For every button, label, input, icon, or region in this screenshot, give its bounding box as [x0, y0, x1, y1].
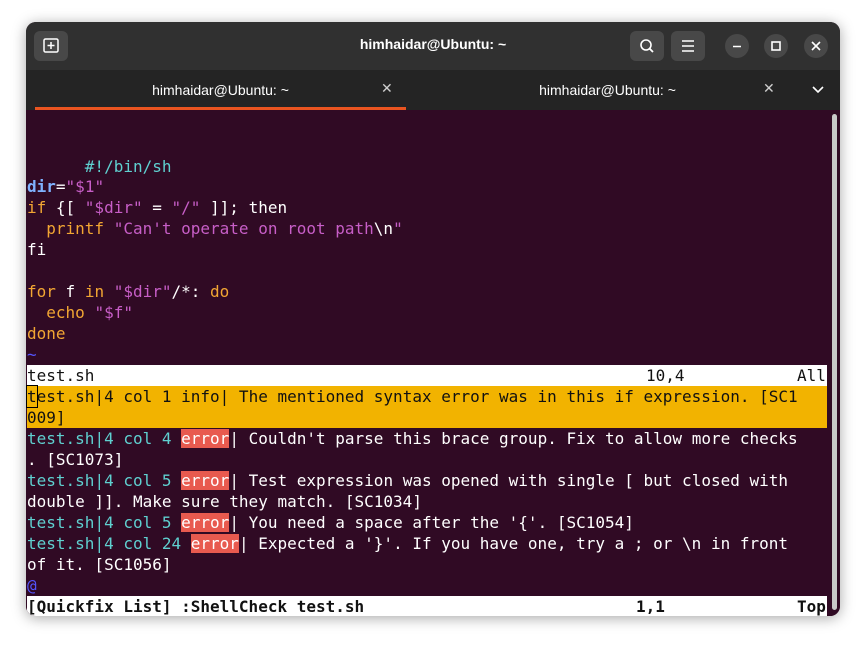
minimize-button[interactable]	[725, 34, 749, 58]
editor-line-4: if {[ "$dir" = "/" ]]; then	[27, 197, 287, 218]
quickfix-file: test.sh	[27, 534, 95, 553]
assign-op: =	[55, 177, 66, 196]
editor-line-9: echo "$f"	[27, 302, 133, 323]
shebang: #!/bin/sh	[84, 157, 172, 176]
quickfix-message: | Expected a '}'. If you have one, try a…	[238, 534, 789, 553]
status-filename: test.sh	[27, 366, 95, 385]
empty-line-marker: ~	[27, 345, 37, 364]
tab-bar: himhaidar@Ubuntu: ~ ✕ himhaidar@Ubuntu: …	[26, 70, 840, 110]
quickfix-message: | Test expression was opened with single…	[229, 471, 789, 490]
editor-line-10: done	[27, 323, 66, 344]
maximize-icon	[771, 41, 781, 51]
error-badge: error	[190, 534, 239, 553]
string-value: "$f"	[94, 303, 133, 322]
string-value: "/"	[171, 198, 201, 217]
status-line-bottom: [Quickfix List] :ShellCheck test.sh 1,1 …	[27, 596, 827, 616]
editor-line-1: #!/bin/sh	[27, 135, 172, 176]
status-scroll: Top	[797, 597, 826, 616]
quickfix-location: |4 col 4	[94, 429, 182, 448]
terminal-window: himhaidar@Ubuntu: ~ himhaidar@Ubuntu: ~ …	[26, 22, 840, 616]
status-scroll: All	[797, 366, 826, 385]
close-button[interactable]	[804, 34, 828, 58]
menu-icon	[682, 40, 694, 52]
string-value: "$dir"	[113, 282, 172, 301]
text-cursor: t	[26, 385, 38, 408]
quickfix-location: |4 col 5	[94, 471, 182, 490]
code-text: ]];	[200, 198, 249, 217]
minimize-icon	[733, 45, 741, 48]
terminal-view[interactable]: #!/bin/sh dir="$1" if {[ "$dir" = "/" ]]…	[26, 110, 840, 616]
quickfix-file: test.sh	[27, 429, 95, 448]
keyword-in: in	[84, 282, 105, 301]
code-text: f	[55, 282, 85, 301]
string-value: "	[393, 219, 403, 238]
status-line-top: test.sh 10,4 All	[27, 365, 827, 386]
tab-2-label: himhaidar@Ubuntu: ~	[539, 82, 676, 98]
escape-sequence: \n	[373, 219, 394, 238]
chevron-down-icon	[812, 86, 824, 94]
editor-line-6: fi	[27, 239, 46, 260]
status-position: 10,4	[646, 366, 685, 385]
quickfix-file: test.sh	[27, 513, 95, 532]
tab-2-close-icon[interactable]: ✕	[763, 81, 775, 97]
tab-2[interactable]: himhaidar@Ubuntu: ~ ✕	[415, 70, 800, 110]
quickfix-item-1-text: est.sh|4 col 1 info| The mentioned synta…	[36, 387, 798, 406]
tab-1-close-icon[interactable]: ✕	[381, 81, 393, 97]
quickfix-file: test.sh	[27, 471, 95, 490]
command-echo: echo	[46, 303, 85, 322]
status-buffer-name: [Quickfix List] :ShellCheck test.sh	[27, 597, 365, 616]
search-button[interactable]	[630, 31, 664, 61]
quickfix-item-1-line-1: test.sh|4 col 1 info| The mentioned synt…	[26, 385, 798, 408]
code-text: /*:	[171, 282, 211, 301]
string-value: "$dir"	[84, 198, 143, 217]
quickfix-location: |4 col 24	[94, 534, 191, 553]
quickfix-item-5-cont: of it. [SC1056]	[27, 555, 172, 574]
editor-line-3: dir="$1"	[27, 176, 104, 197]
keyword-done: done	[27, 324, 66, 343]
keyword-for: for	[27, 282, 56, 301]
quickfix-item-4[interactable]: test.sh|4 col 5 error| You need a space …	[27, 512, 634, 533]
string-value: "Can't operate on root path	[113, 219, 374, 238]
error-badge: error	[181, 429, 230, 448]
quickfix-item-3[interactable]: test.sh|4 col 5 error| Test expression w…	[27, 470, 788, 491]
var-dir: dir	[27, 177, 56, 196]
keyword-fi: fi	[27, 240, 47, 259]
quickfix-message: | You need a space after the '{'. [SC105…	[229, 513, 634, 532]
keyword-do: do	[210, 282, 230, 301]
keyword-then: then	[248, 198, 288, 217]
quickfix-location: |4 col 5	[94, 513, 182, 532]
title-bar: himhaidar@Ubuntu: ~	[26, 22, 840, 70]
quickfix-item-3-cont: double ]]. Make sure they match. [SC1034…	[27, 492, 422, 511]
quickfix-item-2-cont: . [SC1073]	[27, 450, 124, 469]
code-text: =	[142, 198, 172, 217]
error-badge: error	[181, 513, 230, 532]
quickfix-message: | Couldn't parse this brace group. Fix t…	[229, 429, 798, 448]
quickfix-item-1-line-2: 009]	[27, 408, 66, 427]
string-value: "$1"	[65, 177, 105, 196]
command-printf: printf	[46, 219, 105, 238]
quickfix-item-2[interactable]: test.sh|4 col 4 error| Couldn't parse th…	[27, 428, 798, 449]
quickfix-item-5[interactable]: test.sh|4 col 24 error| Expected a '}'. …	[27, 533, 788, 554]
window-title: himhaidar@Ubuntu: ~	[359, 36, 507, 52]
status-position: 1,1	[636, 597, 665, 616]
tab-overflow-button[interactable]	[810, 82, 826, 103]
maximize-button[interactable]	[764, 34, 788, 58]
editor-line-8: for f in "$dir"/*: do	[27, 281, 229, 302]
menu-button[interactable]	[671, 31, 705, 61]
error-badge: error	[181, 471, 230, 490]
tab-1[interactable]: himhaidar@Ubuntu: ~ ✕	[26, 70, 415, 110]
editor-line-5: printf "Can't operate on root path\n"	[27, 218, 403, 239]
close-icon	[811, 41, 821, 51]
search-icon	[640, 39, 654, 53]
truncation-marker: @	[27, 576, 37, 595]
keyword-if: if	[27, 198, 47, 217]
code-text: {[	[46, 198, 85, 217]
scrollbar[interactable]	[832, 114, 837, 610]
tab-1-label: himhaidar@Ubuntu: ~	[152, 82, 289, 98]
